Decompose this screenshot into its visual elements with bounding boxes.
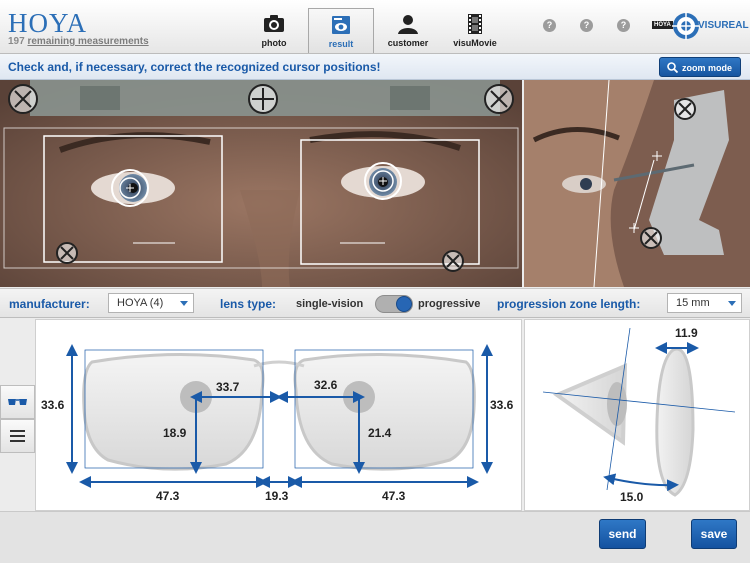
tab-visumovie[interactable]: visuMovie: [442, 8, 508, 53]
target-icon: [672, 12, 700, 40]
instruction-bar: Check and, if necessary, correct the rec…: [0, 54, 750, 80]
pantoscopic-value: 15.0: [620, 490, 644, 504]
cursor-handle-top-right[interactable]: [484, 84, 514, 114]
cross-icon: [446, 254, 460, 268]
progression-zone-select[interactable]: 15 mm: [667, 293, 742, 313]
camera-icon: [264, 15, 284, 32]
side-profile-diagram: [542, 327, 736, 497]
bridge-width: 19.3: [265, 489, 289, 503]
glasses-icon: [8, 399, 27, 405]
toggle-knob: [396, 296, 412, 312]
lens-type-toggle[interactable]: [375, 295, 413, 313]
cursor-handle-top-left[interactable]: [8, 84, 38, 114]
frame-front-diagram: [66, 344, 493, 488]
cursor-handle-top-center[interactable]: [248, 84, 278, 114]
lens-type-label: lens type:: [220, 297, 277, 311]
manufacturer-select[interactable]: HOYA (4): [108, 293, 194, 313]
tab-photo[interactable]: photo: [241, 8, 307, 53]
fitting-height-left: 18.9: [163, 426, 187, 440]
pd-right-value: 32.6: [314, 378, 338, 392]
header: HOYA 197 remaining measurements photo re…: [0, 0, 750, 54]
tab-result-label: result: [328, 39, 354, 49]
cursor-handle-side-top[interactable]: [674, 98, 696, 120]
film-icon: [468, 14, 482, 34]
side-face-image: [524, 80, 750, 287]
cross-icon: [60, 246, 74, 260]
cursor-handle-side-bottom[interactable]: [640, 227, 662, 249]
chevron-down-icon: [180, 301, 188, 306]
side-measurements-panel: 11.9 15.0: [524, 319, 750, 511]
frame-height-left: 33.6: [41, 398, 65, 412]
send-button[interactable]: send: [599, 519, 646, 549]
tab-result[interactable]: result: [308, 8, 374, 53]
cross-icon: [644, 231, 658, 245]
tab-photo-label: photo: [261, 38, 287, 48]
magnifier-icon: [667, 62, 678, 73]
progression-zone-label: progression zone length:: [497, 297, 641, 311]
chevron-down-icon: [728, 301, 736, 306]
crosshair-icon: [252, 88, 274, 110]
remaining-count: 197: [8, 36, 25, 47]
side-photo: [524, 80, 750, 287]
box-width-right: 47.3: [382, 489, 406, 503]
pd-left-value: 33.7: [216, 380, 240, 394]
visureal-logo: HOYA VISUREAL: [652, 12, 749, 40]
remaining-link[interactable]: remaining measurements: [27, 36, 148, 47]
frame-height-right: 33.6: [490, 398, 514, 412]
help-icon[interactable]: ?: [543, 19, 556, 32]
app-window: HOYA 197 remaining measurements photo re…: [0, 0, 750, 563]
menu-button[interactable]: [0, 419, 35, 453]
cross-icon: [14, 90, 32, 108]
visureal-small-text: HOYA: [652, 21, 673, 29]
lens-option-progressive[interactable]: progressive: [418, 298, 480, 310]
fitting-height-right: 21.4: [368, 426, 392, 440]
printer-icon[interactable]: ?: [617, 19, 630, 32]
cursor-handle-bottom-right[interactable]: [442, 250, 464, 272]
hoya-logo: HOYA: [8, 8, 88, 38]
front-measurements-panel: 33.6 33.6 33.7 32.6 18.9 21.4 47.3 19.3 …: [35, 319, 522, 511]
cursor-handle-bottom-left[interactable]: [56, 242, 78, 264]
lens-option-single-vision[interactable]: single-vision: [296, 298, 363, 310]
hamburger-menu-icon: [10, 430, 25, 442]
info-icon[interactable]: ?: [580, 19, 593, 32]
vertex-distance-value: 11.9: [675, 326, 698, 340]
front-photo: [0, 80, 522, 287]
cross-icon: [490, 90, 508, 108]
manufacturer-value: HOYA (4): [117, 297, 164, 309]
instruction-text: Check and, if necessary, correct the rec…: [8, 60, 381, 74]
tab-customer-label: customer: [387, 38, 429, 48]
zoom-mode-label: zoom mode: [682, 63, 733, 73]
tab-customer[interactable]: customer: [375, 8, 441, 53]
remaining-measurements: 197 remaining measurements: [8, 36, 149, 47]
glasses-view-button[interactable]: [0, 385, 35, 419]
view-switcher: [0, 319, 35, 511]
cross-icon: [678, 102, 692, 116]
box-width-left: 47.3: [156, 489, 180, 503]
save-button[interactable]: save: [691, 519, 737, 549]
person-icon: [398, 15, 418, 34]
progression-zone-value: 15 mm: [676, 297, 710, 309]
footer-bar: send save: [0, 511, 750, 563]
manufacturer-label: manufacturer:: [9, 297, 90, 311]
lens-controls-bar: manufacturer: HOYA (4) lens type: single…: [0, 288, 750, 318]
eye-document-icon: [332, 16, 350, 34]
zoom-mode-button[interactable]: zoom mode: [659, 57, 741, 77]
tab-visumovie-label: visuMovie: [453, 38, 497, 48]
visureal-text: VISUREAL: [698, 20, 749, 31]
